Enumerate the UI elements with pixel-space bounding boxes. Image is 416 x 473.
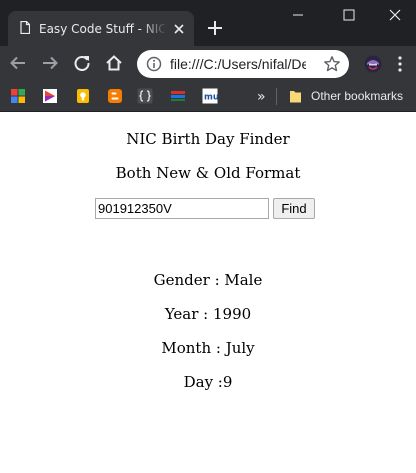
gender-result: Gender : Male — [153, 271, 263, 289]
year-result: Year : 1990 — [164, 305, 252, 323]
blogger-bookmark-icon[interactable] — [107, 88, 123, 104]
ninja-avatar-icon[interactable] — [364, 55, 382, 73]
find-button[interactable]: Find — [273, 198, 315, 219]
document-icon — [20, 21, 30, 34]
chevron-double-right-icon[interactable]: » — [256, 88, 268, 104]
bookmarks-bar: mu » Other bookmarks — [0, 82, 416, 112]
apps-grid-icon[interactable] — [10, 88, 26, 104]
address-bar[interactable]: file:///C:/Users/nifal/Desktop/nic.html — [137, 50, 349, 78]
code-braces-icon[interactable] — [137, 88, 153, 104]
home-icon[interactable] — [105, 54, 123, 72]
month-result: Month : July — [161, 339, 255, 357]
window-close-icon[interactable] — [387, 7, 403, 23]
tab-title-fade — [141, 20, 167, 38]
day-result: Day :9 — [183, 373, 233, 391]
bookmarks-overflow-glyph: » — [257, 89, 266, 104]
svg-text:mu: mu — [204, 93, 218, 103]
close-icon[interactable] — [172, 22, 186, 36]
arrow-right-icon[interactable] — [41, 54, 59, 72]
page-subtitle: Both New & Old Format — [115, 164, 301, 182]
page-title: NIC Birth Day Finder — [126, 130, 290, 148]
arrow-left-icon[interactable] — [9, 54, 27, 72]
address-text[interactable]: file:///C:/Users/nifal/Desktop/nic.html — [170, 56, 306, 72]
mu-bookmark-icon[interactable]: mu — [202, 88, 218, 104]
bookmarks-separator — [276, 88, 277, 105]
kebab-menu-icon[interactable] — [398, 56, 402, 72]
tab-strip: Easy Code Stuff - NIC Birth Day Finder — [0, 0, 416, 46]
folder-icon — [290, 91, 301, 103]
minimize-icon[interactable] — [290, 7, 306, 23]
page-content: NIC Birth Day Finder Both New & Old Form… — [0, 112, 416, 473]
browser-toolbar: file:///C:/Users/nifal/Desktop/nic.html — [0, 46, 416, 82]
star-icon[interactable] — [323, 55, 341, 73]
nic-input[interactable] — [95, 198, 269, 219]
plus-icon[interactable] — [206, 19, 224, 37]
info-icon[interactable] — [146, 56, 162, 72]
play-bookmark-icon[interactable] — [42, 88, 58, 104]
active-tab[interactable]: Easy Code Stuff - NIC Birth Day Finder — [8, 11, 194, 46]
reload-icon[interactable] — [73, 54, 91, 72]
stripes-bookmark-icon[interactable] — [170, 88, 186, 104]
other-bookmarks-label[interactable]: Other bookmarks — [311, 88, 403, 104]
maximize-icon[interactable] — [341, 7, 357, 23]
keep-bookmark-icon[interactable] — [75, 88, 91, 104]
